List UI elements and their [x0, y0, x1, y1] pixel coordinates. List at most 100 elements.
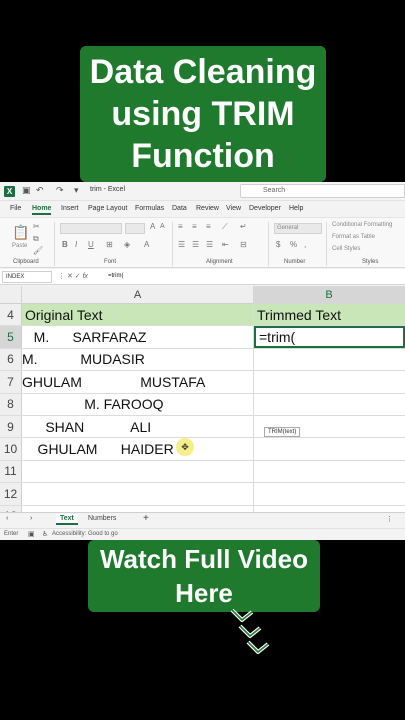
format-as-table-button[interactable]: Format as Table: [332, 234, 375, 240]
merge-icon[interactable]: ⊟: [240, 240, 247, 249]
tab-insert[interactable]: Insert: [61, 205, 79, 212]
tab-home[interactable]: Home: [32, 205, 52, 215]
row-header[interactable]: 12: [0, 483, 22, 505]
row-header[interactable]: 4: [0, 304, 22, 326]
table-row: 4 Original Text Trimmed Text: [0, 304, 405, 327]
customize-icon[interactable]: ▾: [74, 185, 79, 196]
tab-data[interactable]: Data: [172, 205, 187, 212]
excel-logo-icon: X: [4, 186, 15, 197]
underline-icon[interactable]: U: [88, 240, 94, 249]
paste-icon[interactable]: 📋: [12, 224, 29, 241]
comma-icon[interactable]: ,: [304, 240, 306, 249]
column-header-b[interactable]: B: [254, 286, 405, 304]
next-sheet-icon[interactable]: ›: [30, 515, 32, 522]
tab-file[interactable]: File: [10, 205, 21, 212]
table-row: 6 M. MUDASIR: [0, 348, 405, 372]
accessibility-status[interactable]: Accessibility: Good to go: [52, 531, 118, 537]
cell-styles-button[interactable]: Cell Styles: [332, 246, 360, 252]
separator: [172, 222, 173, 266]
cell-b10[interactable]: [254, 438, 405, 459]
align-left-icon[interactable]: ☰: [178, 240, 185, 249]
cell-a11[interactable]: [22, 460, 254, 483]
font-name-select[interactable]: [60, 223, 122, 234]
cell-a7[interactable]: GHULAM MUSTAFA: [22, 371, 254, 393]
italic-icon[interactable]: I: [75, 240, 77, 249]
cell-a5[interactable]: M. SARFARAZ: [22, 326, 254, 348]
save-icon[interactable]: ▣: [22, 185, 31, 196]
excel-window: X ▣ ↶ ↷ ▾ trim - Excel Search File Home …: [0, 182, 405, 540]
row-header[interactable]: 5: [0, 326, 22, 348]
redo-icon[interactable]: ↷: [56, 185, 64, 196]
cell-a8[interactable]: M. FAROOQ: [22, 393, 254, 415]
font-grow-icon[interactable]: A: [150, 222, 155, 231]
align-right-icon[interactable]: ☰: [206, 240, 213, 249]
cell-b5-active[interactable]: =trim(: [254, 326, 405, 348]
cell-b8[interactable]: [254, 394, 405, 415]
watch-video-banner[interactable]: Watch Full Video Here: [88, 540, 320, 612]
sheet-tab-numbers[interactable]: Numbers: [88, 515, 116, 522]
watch-line-2: Here: [175, 578, 233, 608]
name-box[interactable]: INDEX: [2, 271, 52, 283]
tab-formulas[interactable]: Formulas: [135, 205, 164, 212]
font-size-select[interactable]: [125, 223, 145, 234]
cut-icon[interactable]: ✂: [33, 222, 40, 231]
search-input[interactable]: Search: [240, 184, 405, 198]
orientation-icon[interactable]: ⟋: [222, 222, 228, 232]
sheet-tabs: ‹ › Text Numbers + ⋮: [0, 512, 405, 528]
row-header[interactable]: 6: [0, 348, 22, 371]
align-center-icon[interactable]: ☰: [192, 240, 199, 249]
add-sheet-icon[interactable]: +: [143, 513, 149, 524]
cell-a4[interactable]: Original Text: [22, 304, 254, 326]
cell-b4[interactable]: Trimmed Text: [254, 304, 405, 326]
cell-b6[interactable]: [254, 349, 405, 370]
align-bottom-icon[interactable]: ≡: [206, 222, 211, 231]
align-top-icon[interactable]: ≡: [178, 222, 183, 231]
cell-a9[interactable]: SHAN ALI: [22, 416, 254, 438]
accessibility-icon[interactable]: ♿: [42, 530, 48, 538]
tab-developer[interactable]: Developer: [249, 205, 281, 212]
font-color-icon[interactable]: A: [144, 240, 149, 249]
row-header[interactable]: 7: [0, 371, 22, 393]
tab-help[interactable]: Help: [289, 205, 303, 212]
percent-icon[interactable]: %: [290, 240, 297, 249]
fill-color-icon[interactable]: ◈: [124, 240, 130, 249]
bold-icon[interactable]: B: [62, 240, 68, 249]
separator: [326, 222, 327, 266]
formula-input[interactable]: =trim(: [108, 273, 124, 279]
formula-bar-icons[interactable]: ⋮ ✕ ✓ fx: [58, 272, 88, 280]
cell-b7[interactable]: [254, 371, 405, 392]
function-tooltip[interactable]: TRIM(text): [264, 427, 301, 437]
macro-icon[interactable]: ▣: [28, 530, 35, 538]
row-header[interactable]: 8: [0, 393, 22, 415]
tab-page-layout[interactable]: Page Layout: [88, 205, 127, 212]
cell-b11[interactable]: [254, 461, 405, 482]
cell-a12[interactable]: [22, 483, 254, 505]
font-shrink-icon[interactable]: A: [160, 223, 165, 230]
format-painter-icon[interactable]: 🖌: [33, 246, 43, 255]
group-clipboard: Clipboard: [13, 259, 39, 265]
tab-review[interactable]: Review: [196, 205, 219, 212]
borders-icon[interactable]: ⊞: [106, 240, 113, 249]
currency-icon[interactable]: $: [276, 240, 280, 249]
row-header[interactable]: 10: [0, 438, 22, 460]
conditional-formatting-button[interactable]: Conditional Formatting: [332, 222, 392, 228]
sheet-tab-text[interactable]: Text: [56, 514, 78, 525]
cell-a10[interactable]: GHULAM HAIDER: [22, 438, 254, 460]
worksheet-grid: A B 4 Original Text Trimmed Text 5 M. SA…: [0, 286, 405, 512]
row-header[interactable]: 11: [0, 460, 22, 483]
cell-a6[interactable]: M. MUDASIR: [22, 348, 254, 371]
cell-b12[interactable]: [254, 483, 405, 504]
undo-icon[interactable]: ↶: [36, 185, 44, 196]
wrap-text-icon[interactable]: ↵: [240, 222, 247, 231]
sheet-scroll-icon[interactable]: ⋮: [386, 515, 393, 523]
select-all-corner[interactable]: [0, 286, 22, 304]
tab-view[interactable]: View: [226, 205, 241, 212]
row-header[interactable]: 9: [0, 416, 22, 438]
paste-label: Paste: [12, 243, 28, 249]
copy-icon[interactable]: ⧉: [33, 234, 39, 244]
align-middle-icon[interactable]: ≡: [192, 222, 197, 231]
prev-sheet-icon[interactable]: ‹: [6, 515, 8, 522]
column-header-a[interactable]: A: [22, 286, 254, 304]
status-bar: Enter ▣ ♿ Accessibility: Good to go: [0, 528, 405, 540]
indent-icon[interactable]: ⇤: [222, 240, 229, 249]
